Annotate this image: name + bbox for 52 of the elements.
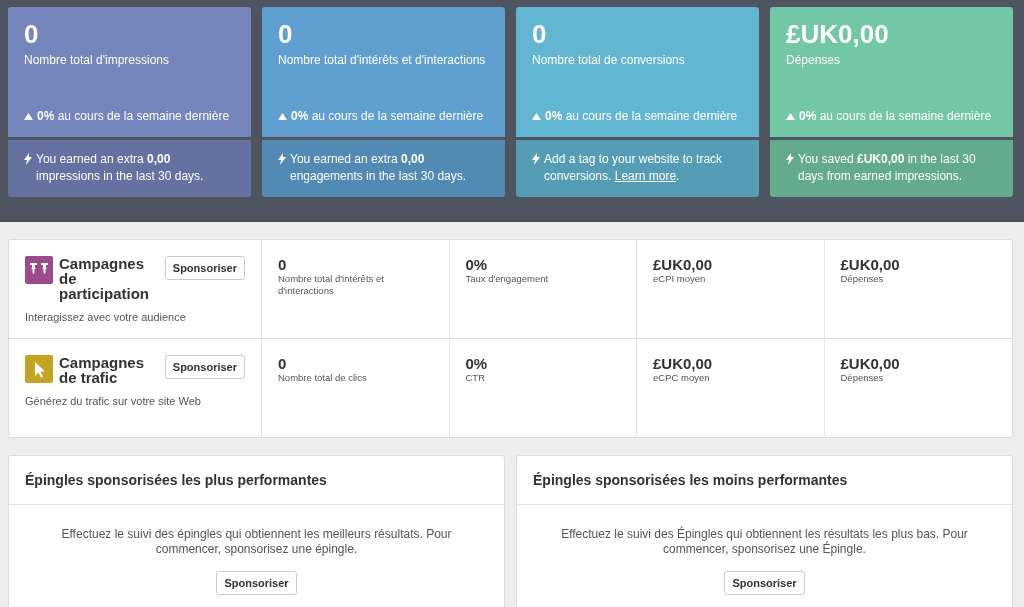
footer-text: You earned an extra 0,00 engagements in the last 30 days. xyxy=(290,151,468,185)
trend-text: 0% au cours de la semaine dernière xyxy=(37,109,230,123)
metric-label: Dépenses xyxy=(840,372,885,384)
trend-text: 0% au cours de la semaine dernière xyxy=(291,109,484,123)
metric-label: CTR xyxy=(465,372,487,384)
metric-value: £UK0,00 xyxy=(653,355,714,372)
sponsor-button[interactable]: Sponsoriser xyxy=(164,355,245,379)
footer-text: Add a tag to your website to track conversions. Learn more. xyxy=(544,151,724,185)
metric-value: £UK0,00 xyxy=(840,256,901,273)
stat-value: 0 xyxy=(24,19,40,49)
sponsor-button[interactable]: Sponsoriser xyxy=(164,256,245,280)
metric-label: eCPI moyen xyxy=(653,273,707,285)
campaign-description: Générez du trafic sur votre site Web xyxy=(25,395,202,407)
panel-title: Épingles sponsorisées les plus performantes xyxy=(9,456,504,505)
stat-label: Nombre total d'impressions xyxy=(24,53,170,67)
trend-text: 0% au cours de la semaine dernière xyxy=(799,109,992,123)
up-triangle-icon xyxy=(278,112,287,120)
trend-text: 0% au cours de la semaine dernière xyxy=(545,109,738,123)
up-triangle-icon xyxy=(532,112,541,120)
metric-value: £UK0,00 xyxy=(653,256,714,273)
up-triangle-icon xyxy=(24,112,33,120)
empty-message: Effectuez le suivi des Épingles qui obtiennent les résultats les plus bas. Pour commencer, sponsorisez une Épingle. xyxy=(560,527,969,557)
metric-value: £UK0,00 xyxy=(840,355,901,372)
footer-text: You earned an extra 0,00 impressions in the last 30 days. xyxy=(36,151,205,185)
metric-value: 0 xyxy=(278,256,288,273)
sponsor-button[interactable]: Sponsoriser xyxy=(724,571,805,595)
campaign-title: Campagnes de trafic xyxy=(59,355,146,385)
metric-value: 0 xyxy=(278,355,288,372)
metric-label: Nombre total d'intérêts et d'interactions xyxy=(278,273,385,297)
metric-label: Taux d'engagement xyxy=(465,273,550,285)
metric-label: Dépenses xyxy=(840,273,885,285)
metric-label: eCPC moyen xyxy=(653,372,711,384)
metric-value: 0% xyxy=(465,256,489,273)
campaign-description: Interagissez avec votre audience xyxy=(25,311,187,323)
metric-label: Nombre total de clics xyxy=(278,372,368,384)
stat-label: Dépenses xyxy=(786,53,842,67)
stat-label: Nombre total de conversions xyxy=(532,53,686,67)
sponsor-button[interactable]: Sponsoriser xyxy=(216,571,297,595)
lightning-icon xyxy=(24,153,32,165)
metric-value: 0% xyxy=(465,355,489,372)
lightning-icon xyxy=(532,153,540,165)
lightning-icon xyxy=(786,153,794,165)
up-triangle-icon xyxy=(786,112,795,120)
footer-text: You saved £UK0,00 in the last 30 days from earned impressions. xyxy=(798,151,977,185)
stat-value: 0 xyxy=(278,19,294,49)
campaign-title: Campagnes de participation xyxy=(59,256,150,301)
stat-label: Nombre total d'intérêts et d'interactions xyxy=(278,53,487,67)
lightning-icon xyxy=(278,153,286,165)
panel-title: Épingles sponsorisées les moins performantes xyxy=(517,456,1012,505)
stat-value: £UK0,00 xyxy=(786,19,890,49)
stat-value: 0 xyxy=(532,19,548,49)
empty-message: Effectuez le suivi des épingles qui obtiennent les meilleurs résultats. Pour commencer, sponsorisez une épingle. xyxy=(60,527,453,557)
